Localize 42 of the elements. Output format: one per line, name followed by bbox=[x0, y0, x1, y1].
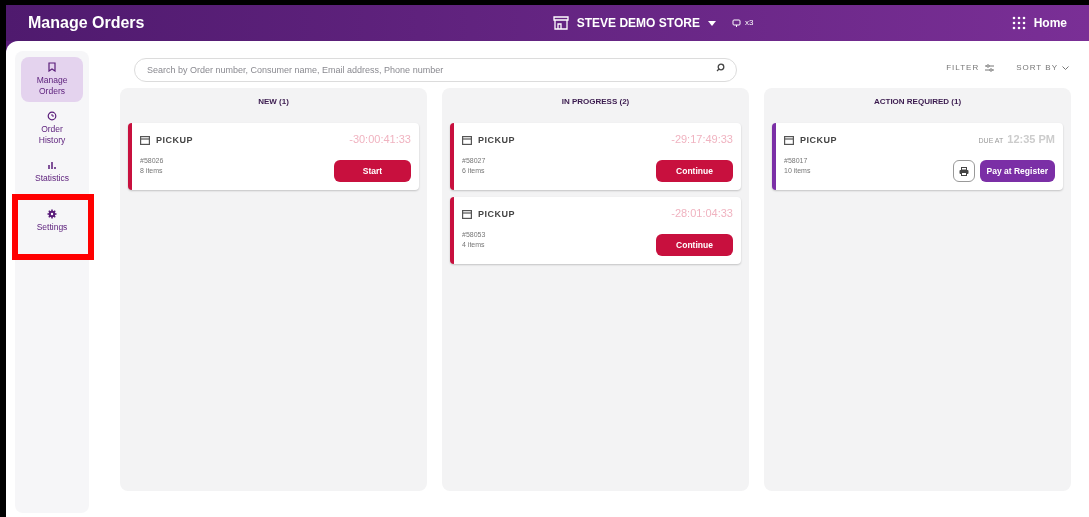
bar-chart-icon bbox=[47, 160, 57, 170]
sidebar-item[interactable]: Order History bbox=[21, 106, 83, 151]
home-link[interactable]: Home bbox=[1033, 14, 1067, 32]
action-button[interactable]: Start bbox=[334, 160, 411, 182]
gear-icon bbox=[47, 209, 57, 219]
card-icon bbox=[140, 136, 150, 146]
store-icon bbox=[552, 16, 569, 30]
search-icon bbox=[716, 63, 725, 72]
overdue-timer: -30:00:41:33 bbox=[349, 132, 411, 147]
action-button[interactable]: Continue bbox=[656, 160, 733, 182]
printer-icon bbox=[958, 166, 969, 176]
overdue-timer: -28:01:04:33 bbox=[671, 206, 733, 221]
order-type: PICKUP bbox=[478, 134, 515, 147]
device-icon bbox=[731, 19, 741, 27]
column-title: NEW (1) bbox=[257, 96, 290, 108]
caret-icon bbox=[707, 20, 716, 26]
action-button[interactable]: Continue bbox=[656, 234, 733, 256]
card-icon bbox=[462, 210, 472, 220]
device-count: x3 bbox=[744, 17, 754, 29]
column-title: ACTION REQUIRED (1) bbox=[872, 96, 963, 108]
filter-button[interactable]: FILTER bbox=[946, 62, 980, 74]
bookmark-icon bbox=[47, 62, 57, 72]
order-type: PICKUP bbox=[478, 208, 515, 221]
card-icon bbox=[462, 136, 472, 146]
sidebar-item[interactable]: Statistics bbox=[21, 155, 83, 189]
chevron-down-icon bbox=[1062, 66, 1069, 70]
sidebar-item[interactable]: Manage Orders bbox=[21, 57, 83, 102]
sort-button[interactable]: SORT BY bbox=[1016, 62, 1058, 74]
apps-grid-icon[interactable] bbox=[1011, 16, 1026, 30]
action-button[interactable]: Pay at Register bbox=[979, 160, 1055, 182]
sidebar-item[interactable]: Settings bbox=[21, 204, 83, 238]
overdue-timer: -29:17:49:33 bbox=[671, 132, 733, 147]
search-field[interactable]: Search by Order number, Consumer name, Email address, Phone number bbox=[134, 58, 737, 82]
column-title: IN PROGRESS (2) bbox=[560, 96, 631, 108]
order-type: PICKUP bbox=[800, 134, 837, 147]
print-button[interactable] bbox=[952, 160, 975, 182]
order-type: PICKUP bbox=[156, 134, 193, 147]
history-icon bbox=[47, 111, 57, 121]
filter-icon bbox=[985, 64, 995, 72]
store-selector[interactable]: STEVE DEMO STORE bbox=[576, 14, 700, 32]
page-title: Manage Orders bbox=[28, 13, 145, 33]
card-icon bbox=[784, 136, 794, 146]
